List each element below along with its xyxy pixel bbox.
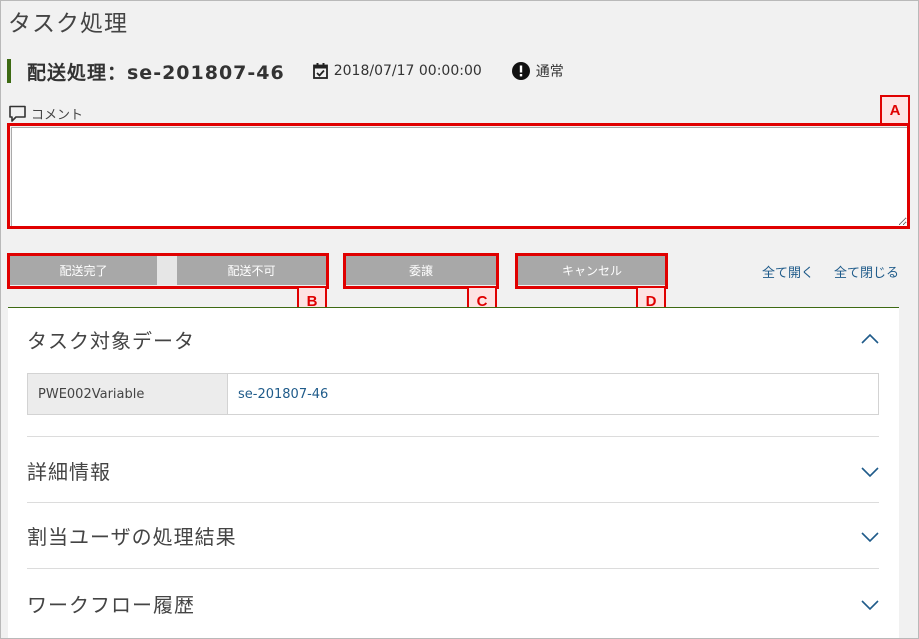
comment-textarea[interactable] — [11, 127, 908, 227]
task-priority-text: 通常 — [535, 64, 564, 80]
section-workflow-history-header[interactable]: ワークフロー履歴 — [27, 589, 879, 619]
exclamation-circle-icon — [511, 62, 530, 80]
cancel-button[interactable]: キャンセル — [518, 256, 666, 285]
task-detail-panel: タスク対象データ PWE002Variable se-201807-46 詳細情… — [8, 307, 899, 639]
section-title-details: 詳細情報 — [27, 460, 111, 484]
section-details-header[interactable]: 詳細情報 — [27, 456, 879, 486]
target-data-table: PWE002Variable se-201807-46 — [27, 373, 879, 415]
delegate-button[interactable]: 委譲 — [346, 256, 496, 285]
section-divider — [27, 436, 879, 437]
table-row-key: PWE002Variable — [28, 374, 228, 414]
task-title: 配送処理：se-201807-46 — [27, 61, 285, 84]
task-date-text: 2018/07/17 00:00:00 — [333, 63, 482, 79]
chevron-down-icon[interactable] — [861, 599, 879, 611]
section-target-data-header[interactable]: タスク対象データ — [27, 325, 879, 355]
collapse-all-link[interactable]: 全て閉じる — [834, 262, 899, 281]
comment-label-text: コメント — [31, 108, 84, 123]
accent-bar — [7, 59, 11, 83]
button-separator — [157, 256, 177, 285]
expand-all-link[interactable]: 全て開く — [762, 262, 814, 281]
section-assignee-results-header[interactable]: 割当ユーザの処理結果 — [27, 521, 879, 551]
chevron-down-icon[interactable] — [861, 531, 879, 543]
page-title: タスク処理 — [8, 11, 128, 37]
calendar-check-icon — [312, 63, 328, 79]
table-row-value: se-201807-46 — [238, 386, 329, 402]
delivery-failed-button[interactable]: 配送不可 — [177, 256, 326, 285]
section-title-assignee-results: 割当ユーザの処理結果 — [27, 525, 237, 549]
chevron-down-icon[interactable] — [861, 466, 879, 478]
task-priority: 通常 — [511, 61, 564, 81]
speech-bubble-icon — [9, 105, 26, 122]
comment-label: コメント — [8, 104, 83, 123]
delivery-complete-button[interactable]: 配送完了 — [10, 256, 157, 285]
section-divider — [27, 502, 879, 503]
section-title-target-data: タスク対象データ — [27, 329, 195, 353]
annotation-tag-a: A — [880, 95, 910, 125]
task-date: 2018/07/17 00:00:00 — [312, 63, 482, 79]
chevron-up-icon[interactable] — [861, 333, 879, 345]
section-divider — [27, 568, 879, 569]
task-header: 配送処理：se-201807-46 2018/07/17 00:00:00 通常 — [7, 58, 564, 84]
section-title-workflow-history: ワークフロー履歴 — [27, 593, 195, 617]
